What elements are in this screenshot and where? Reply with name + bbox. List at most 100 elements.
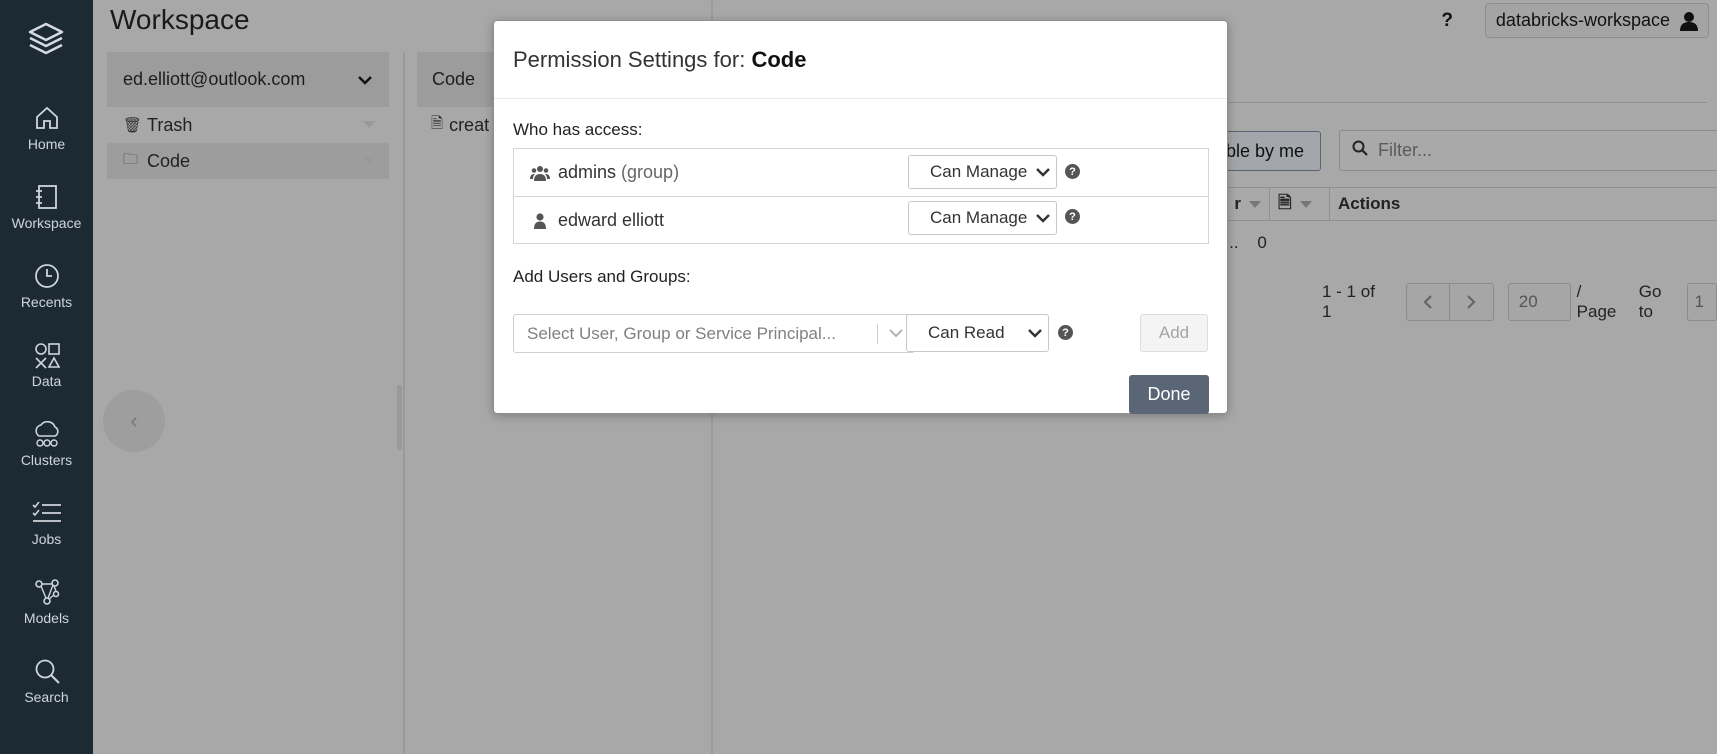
chevron-down-icon bbox=[1028, 329, 1042, 338]
trash-icon: 🗑 bbox=[123, 117, 143, 134]
nav-models-label: Models bbox=[23, 610, 70, 626]
nav-data-label: Data bbox=[31, 373, 62, 389]
acl-row: edward elliott Can Manage ? bbox=[514, 196, 1208, 243]
permission-value: Can Manage bbox=[930, 162, 1028, 181]
chevron-left-icon: ‹ bbox=[130, 408, 138, 433]
tree-item-trash[interactable]: 🗑 Trash bbox=[107, 107, 389, 143]
filter-input[interactable]: Filter... bbox=[1339, 130, 1717, 171]
goto-label: Go to bbox=[1638, 282, 1662, 321]
dialog-title-prefix: Permission Settings for: bbox=[513, 47, 752, 72]
nav-recents-label: Recents bbox=[20, 294, 73, 310]
chevron-left-icon bbox=[1423, 295, 1432, 309]
nav-search-label: Search bbox=[24, 689, 69, 705]
user-icon bbox=[1680, 11, 1698, 31]
chevron-down-icon bbox=[1036, 168, 1050, 177]
add-users-label: Add Users and Groups: bbox=[513, 267, 691, 286]
nav-jobs[interactable]: Jobs bbox=[0, 499, 93, 569]
tree-item-code[interactable]: 🗀 Code bbox=[107, 143, 389, 179]
dialog-title-target: Code bbox=[751, 47, 807, 72]
group-icon bbox=[530, 165, 550, 181]
workspace-menu-button[interactable]: databricks-workspace bbox=[1484, 3, 1709, 38]
acl-principal-type: (group) bbox=[621, 162, 680, 182]
dialog-title: Permission Settings for: Code bbox=[513, 47, 806, 73]
nav-models[interactable]: Models bbox=[0, 578, 93, 648]
user-icon bbox=[534, 212, 546, 229]
acl-principal-name: edward elliott bbox=[558, 210, 665, 230]
nav-workspace-label: Workspace bbox=[11, 215, 82, 231]
nav-home[interactable]: Home bbox=[0, 104, 93, 174]
help-icon[interactable]: ? bbox=[1058, 325, 1073, 340]
search-icon bbox=[35, 659, 60, 684]
page-title: Workspace bbox=[110, 4, 250, 35]
principal-picker[interactable]: Select User, Group or Service Principal.… bbox=[513, 314, 915, 353]
divider bbox=[494, 98, 1227, 99]
per-page-label: / Page bbox=[1576, 282, 1617, 321]
pager-range: 1 - 1 of 1 bbox=[1322, 282, 1375, 321]
add-button[interactable]: Add bbox=[1140, 314, 1208, 352]
help-icon[interactable]: ? bbox=[1065, 209, 1080, 224]
home-icon bbox=[35, 106, 58, 129]
notebook-icon: 🗎 bbox=[431, 114, 444, 132]
column-actions-label: Actions bbox=[1338, 194, 1401, 213]
nav-clusters-label: Clusters bbox=[20, 452, 73, 468]
jobs-icon bbox=[31, 501, 61, 522]
caret-down-icon[interactable] bbox=[363, 121, 375, 128]
chevron-down-icon[interactable] bbox=[357, 74, 373, 86]
new-permission-value: Can Read bbox=[928, 323, 1005, 342]
row-count: 0 bbox=[1257, 233, 1267, 252]
help-icon[interactable]: ? bbox=[1065, 164, 1080, 179]
chevron-right-icon bbox=[1467, 295, 1476, 309]
acl-row: admins (group) Can Manage ? bbox=[514, 149, 1208, 196]
search-icon bbox=[1352, 140, 1368, 161]
sort-icon[interactable] bbox=[1249, 200, 1261, 208]
nav-data[interactable]: Data bbox=[0, 341, 93, 411]
folder-icon: 🗀 bbox=[123, 150, 139, 168]
workspace-column-1: ed.elliott@outlook.com 🗑 Trash 🗀 Code bbox=[107, 52, 389, 179]
permission-settings-dialog: Permission Settings for: Code Who has ac… bbox=[493, 20, 1228, 414]
permission-value: Can Manage bbox=[930, 208, 1028, 227]
column-owner-label: r bbox=[1234, 194, 1241, 213]
permission-select[interactable]: Can Manage bbox=[908, 155, 1057, 189]
help-button[interactable]: ? bbox=[1441, 10, 1453, 32]
tree-item-label: Trash bbox=[147, 114, 193, 135]
permission-select[interactable]: Can Manage bbox=[908, 201, 1057, 235]
column-type[interactable]: 🗎 bbox=[1270, 188, 1330, 220]
nav-jobs-label: Jobs bbox=[31, 531, 62, 547]
principal-picker-placeholder: Select User, Group or Service Principal.… bbox=[527, 323, 836, 343]
acl-principal: admins (group) bbox=[530, 162, 679, 183]
models-icon bbox=[34, 579, 59, 605]
left-nav: Home Workspace Recents Data Clusters Job… bbox=[0, 0, 93, 754]
nav-recents[interactable]: Recents bbox=[0, 262, 93, 332]
prev-page-button[interactable] bbox=[1405, 283, 1450, 321]
chevron-down-icon bbox=[1036, 214, 1050, 223]
code-folder-label: Code bbox=[432, 69, 476, 89]
acl-principal: edward elliott bbox=[530, 210, 664, 231]
nav-search[interactable]: Search bbox=[0, 657, 93, 727]
caret-down-icon[interactable] bbox=[363, 157, 375, 164]
data-icon bbox=[34, 343, 60, 369]
goto-input[interactable]: 1 bbox=[1687, 283, 1717, 321]
user-folder-header[interactable]: ed.elliott@outlook.com bbox=[107, 52, 389, 107]
notebook-item-label: creat bbox=[449, 114, 490, 135]
clusters-icon bbox=[34, 420, 59, 447]
picker-separator bbox=[877, 324, 878, 344]
nav-clusters[interactable]: Clusters bbox=[0, 420, 93, 490]
who-has-access-label: Who has access: bbox=[513, 120, 643, 139]
next-page-button[interactable] bbox=[1449, 283, 1494, 321]
page-size-input[interactable]: 20 bbox=[1507, 283, 1571, 321]
file-icon: 🗎 bbox=[1278, 192, 1292, 212]
databricks-logo-icon[interactable] bbox=[24, 18, 68, 62]
column-actions: Actions bbox=[1330, 188, 1408, 220]
nav-home-label: Home bbox=[27, 136, 66, 152]
filter-placeholder: Filter... bbox=[1378, 140, 1433, 160]
workspace-name: databricks-workspace bbox=[1495, 10, 1670, 30]
resize-handle[interactable] bbox=[397, 385, 402, 450]
new-permission-select[interactable]: Can Read bbox=[906, 314, 1049, 352]
chevron-down-icon[interactable] bbox=[888, 326, 904, 340]
user-folder-label: ed.elliott@outlook.com bbox=[123, 69, 306, 89]
sort-icon[interactable] bbox=[1299, 200, 1312, 208]
collapse-button[interactable]: ‹ bbox=[103, 390, 165, 452]
nav-workspace[interactable]: Workspace bbox=[0, 183, 93, 253]
access-list: admins (group) Can Manage ? edward ellio… bbox=[513, 148, 1209, 244]
done-button[interactable]: Done bbox=[1129, 375, 1209, 414]
